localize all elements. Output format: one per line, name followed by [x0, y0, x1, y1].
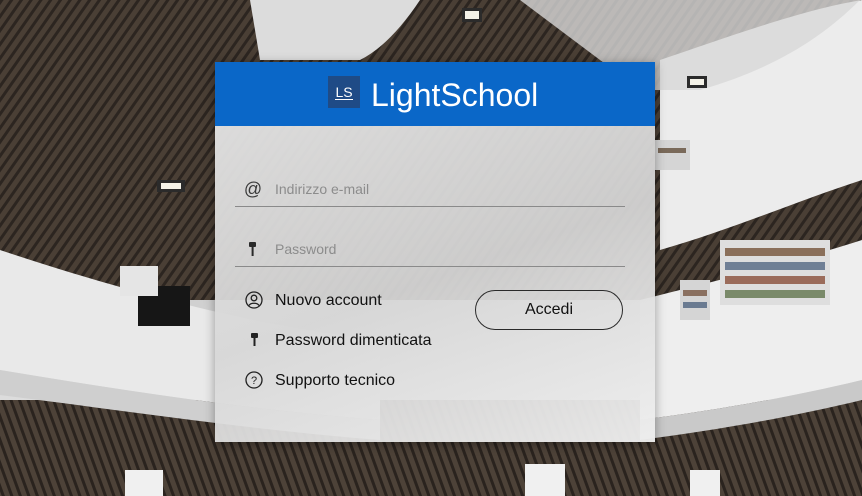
password-field: [235, 232, 625, 267]
new-account-label: Nuovo account: [275, 292, 382, 309]
svg-text:?: ?: [251, 375, 257, 387]
key-icon: [243, 239, 263, 259]
brand-name: LightSchool: [371, 77, 539, 113]
at-icon: @: [243, 179, 263, 199]
login-button[interactable]: Accedi: [475, 290, 623, 330]
brand-logo: LS: [328, 76, 360, 108]
forgot-password-label: Password dimenticata: [275, 332, 432, 349]
email-field: @: [235, 172, 625, 207]
tech-support-label: Supporto tecnico: [275, 372, 396, 389]
password-input[interactable]: [275, 238, 615, 260]
brand-logo-text: LS: [335, 84, 353, 100]
email-input[interactable]: [275, 178, 615, 200]
key-icon: [245, 331, 263, 349]
login-card: LS LightSchool @ Nuovo account: [215, 62, 655, 442]
help-circle-icon: ?: [245, 371, 263, 389]
user-circle-icon: [245, 291, 263, 309]
card-header: LS LightSchool: [215, 62, 655, 126]
